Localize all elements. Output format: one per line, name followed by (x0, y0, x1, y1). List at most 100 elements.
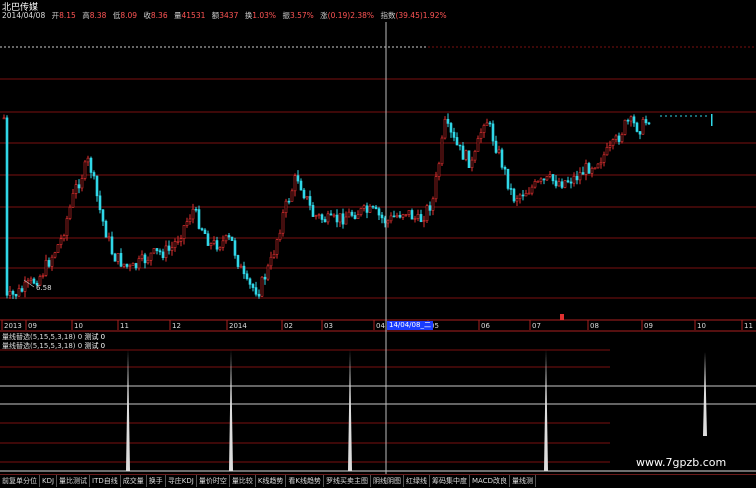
candle-body (368, 205, 372, 213)
candle-body (29, 278, 33, 281)
candle-body (362, 205, 366, 209)
indicator-tab[interactable]: 罗线买卖主图 (324, 475, 372, 487)
candle-body (488, 122, 492, 125)
date-label: 07 (532, 322, 541, 330)
candle-body (521, 194, 525, 197)
date-label: 2014 (229, 322, 247, 330)
indicator-tab[interactable]: KDJ (40, 475, 58, 487)
candle-body (518, 194, 522, 199)
candle-body (578, 172, 582, 181)
candle-body (509, 188, 513, 190)
indicator-tab[interactable]: ITD自线 (90, 475, 121, 487)
indicator-tab[interactable]: 筹码集中度 (430, 475, 471, 487)
candle-body (2, 117, 6, 120)
candle-body (203, 229, 207, 235)
candle-body (329, 213, 333, 216)
candle-body (533, 181, 537, 188)
candle-body (197, 209, 201, 229)
candle-body (323, 219, 327, 223)
indicator-tab[interactable]: 量价时空 (197, 475, 230, 487)
indicator-tab-bar: 前复单分位 KDJ 量比测试 ITD自线 成交量 换手 寻庄KDJ 量价时空 量比较 K线趋势 看K… (0, 474, 756, 488)
candle-body (647, 122, 651, 125)
candle-body (569, 181, 573, 184)
candle-body (191, 208, 195, 220)
candle-body (26, 280, 30, 283)
candle-body (161, 251, 165, 258)
indicator-tab[interactable]: 红绿线 (404, 475, 431, 487)
indicator-spikes (126, 314, 707, 471)
candle-body (446, 118, 450, 124)
candle-body (77, 184, 81, 189)
date-label: 10 (74, 322, 83, 330)
candle-body (554, 180, 558, 187)
candle-body (602, 154, 606, 163)
candle-body (98, 195, 102, 211)
candle-body (404, 214, 408, 216)
candle-body (638, 131, 642, 135)
candle-body (473, 151, 477, 161)
candle-body (188, 218, 192, 222)
candle-body (335, 214, 339, 223)
candle-body (134, 263, 138, 269)
candle-body (377, 208, 381, 216)
candle-body (215, 240, 219, 250)
candle-body (173, 241, 177, 248)
indicator-tab[interactable]: K线趋势 (256, 475, 287, 487)
candle-body (611, 139, 615, 146)
candle-body (179, 238, 183, 242)
candle-body (452, 131, 456, 138)
candle-body (95, 175, 99, 197)
candle-body (200, 228, 204, 231)
candle-body (236, 255, 240, 267)
candle-body (239, 265, 243, 268)
candle-body (302, 189, 306, 199)
candle-body (410, 210, 414, 220)
candle-body (17, 288, 21, 297)
date-label: 11 (120, 322, 129, 330)
candle-body (440, 137, 444, 165)
candle-body (149, 252, 153, 261)
indicator-tab[interactable]: 前复单分位 (0, 475, 40, 487)
candle-body (245, 273, 249, 280)
candle-body (497, 149, 501, 153)
candle-body (62, 235, 66, 240)
candle-body (479, 132, 483, 139)
indicator-tab[interactable]: 寻庄KDJ (166, 475, 197, 487)
candle-body (53, 252, 57, 258)
candle-body (644, 119, 648, 124)
indicator-tab[interactable]: 量比测试 (57, 475, 91, 487)
date-label: 10 (697, 322, 706, 330)
candle-body (260, 276, 264, 297)
candle-body (296, 175, 300, 182)
candle-body (320, 214, 324, 220)
candle-body (461, 145, 465, 160)
candle-body (512, 188, 516, 202)
date-axis: 2013 09 10 11 12 2014 02 03 04 05 06 07 08 09 10 11 (1, 320, 753, 330)
candlesticks (2, 113, 713, 300)
date-label: 2013 (4, 322, 22, 330)
candle-body (311, 205, 315, 217)
candle-body (143, 254, 147, 264)
candle-body (614, 135, 618, 140)
candle-body (431, 198, 435, 211)
candle-body (443, 118, 447, 139)
kline-chart[interactable]: 2013 09 10 11 12 2014 02 03 04 05 06 07 08 09 10 11 6.5… (0, 0, 756, 487)
candle-body (248, 278, 252, 285)
indicator-tab[interactable]: MACD改良 (470, 475, 510, 487)
indicator-tab[interactable]: 换手 (147, 475, 166, 487)
candle-body (275, 239, 279, 255)
candle-body (230, 236, 234, 241)
indicator-tab[interactable]: 量线测 (510, 475, 536, 487)
indicator-tab[interactable]: 看K线趋势 (286, 475, 325, 487)
indicator-tab[interactable]: 阴线阴图 (371, 475, 405, 487)
indicator-tab[interactable]: 成交量 (121, 475, 147, 487)
candle-body (86, 157, 90, 163)
candle-body (125, 263, 129, 267)
candle-body (338, 213, 342, 223)
indicator-tab[interactable]: 量比较 (230, 475, 256, 487)
watermark: www.7gpzb.com (636, 456, 727, 469)
candle-body (416, 214, 420, 219)
candle-body (11, 291, 15, 295)
candle-body (587, 163, 591, 174)
candle-body (485, 122, 489, 126)
